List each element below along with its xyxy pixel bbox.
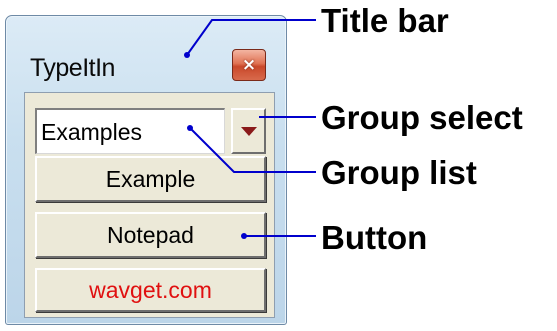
close-button[interactable]: × <box>232 49 266 81</box>
chevron-down-icon <box>240 126 257 136</box>
notepad-button[interactable]: Notepad <box>35 212 266 258</box>
annotation-group-list: Group list <box>321 154 477 191</box>
group-select[interactable]: Examples <box>35 108 266 154</box>
group-select-field[interactable]: Examples <box>35 108 225 154</box>
client-area: Examples Example Notepad wavget.com <box>24 92 275 318</box>
annotation-title-bar: Title bar <box>321 2 449 39</box>
window-title: TypeItIn <box>30 54 115 82</box>
title-bar[interactable]: TypeItIn × <box>6 16 286 84</box>
annotated-screenshot: TypeItIn × Examples Example Notepad wavg… <box>0 0 557 331</box>
group-select-dropdown-button[interactable] <box>231 108 266 154</box>
typeitin-window: TypeItIn × Examples Example Notepad wavg… <box>5 15 287 325</box>
wavget-link-button[interactable]: wavget.com <box>35 268 266 312</box>
annotation-button: Button <box>321 219 428 256</box>
example-button[interactable]: Example <box>35 156 266 202</box>
annotation-group-select: Group select <box>321 99 523 136</box>
close-icon: × <box>241 54 257 75</box>
